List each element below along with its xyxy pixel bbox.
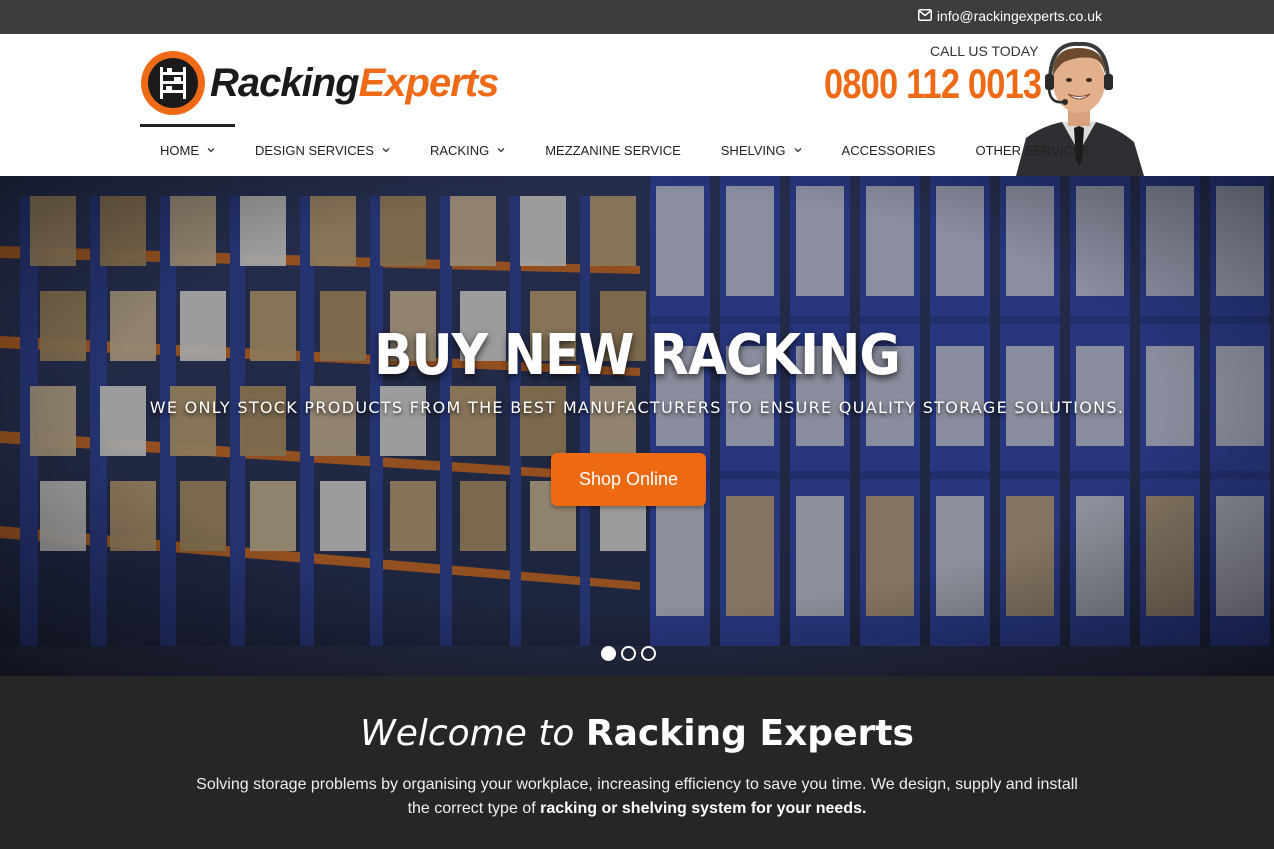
slider-dot-2[interactable] [621,646,636,661]
logo-wordmark: RackingExperts [210,60,500,106]
envelope-icon [917,8,932,24]
chevron-down-icon [207,148,215,153]
site-logo[interactable]: RackingExperts [140,48,540,118]
nav-item-label: HOME [160,142,199,158]
top-bar: info@rackingexperts.co.uk [0,0,1274,34]
hero-subtitle: WE ONLY STOCK PRODUCTS FROM THE BEST MAN… [149,398,1125,417]
nav-item-label: MEZZANINE SERVICE [545,142,681,158]
chevron-down-icon [794,148,802,153]
chevron-down-icon [382,148,390,153]
welcome-heading-light: Welcome to [360,713,575,754]
nav-item-accessories[interactable]: ACCESSORIES [822,124,956,176]
nav-item-design-services[interactable]: DESIGN SERVICES [235,124,410,176]
nav-item-other-services[interactable]: OTHER SERVICES [955,124,1126,176]
hero-slider: BUY NEW RACKING WE ONLY STOCK PRODUCTS F… [0,176,1274,676]
email-text[interactable]: info@rackingexperts.co.uk [937,8,1102,24]
welcome-description: Solving storage problems by organising y… [187,773,1087,821]
chevron-down-icon [1098,148,1106,153]
nav-item-mezzanine-service[interactable]: MEZZANINE SERVICE [525,124,701,176]
welcome-text-bold: racking or shelving system for your need… [540,800,867,817]
nav-item-label: DESIGN SERVICES [255,142,374,158]
racking-logo-icon [141,51,205,115]
welcome-section: Welcome to Racking Experts Solving stora… [0,676,1274,849]
slider-pagination [601,646,656,661]
logo-text-experts: Experts [358,60,500,105]
nav-item-label: RACKING [429,142,490,158]
warehouse-racking-background [0,176,1274,676]
nav-item-label: OTHER SERVICES [975,142,1091,158]
chevron-down-icon [497,148,505,153]
hero-title: BUY NEW RACKING [374,323,901,388]
slider-dot-3[interactable] [641,646,656,661]
phone-number[interactable]: 0800 112 0013 [824,60,1042,108]
shop-online-button[interactable]: Shop Online [551,453,706,506]
main-navigation: HOME DESIGN SERVICES RACKING MEZZANINE SERV… [140,124,1126,176]
email-link[interactable]: info@rackingexperts.co.uk [917,7,1102,25]
nav-item-home[interactable]: HOME [140,124,235,176]
nav-item-shelving[interactable]: SHELVING [701,124,822,176]
welcome-heading-bold: Racking Experts [585,713,914,754]
slider-dot-1[interactable] [601,646,616,661]
nav-item-racking[interactable]: RACKING [410,124,525,176]
site-header: RackingExperts CALL US TODAY 0800 112 00… [0,34,1274,176]
welcome-heading: Welcome to Racking Experts [0,713,1274,754]
logo-text-racking: Racking [210,60,360,105]
nav-item-label: SHELVING [720,142,786,158]
nav-item-label: ACCESSORIES [841,142,936,158]
